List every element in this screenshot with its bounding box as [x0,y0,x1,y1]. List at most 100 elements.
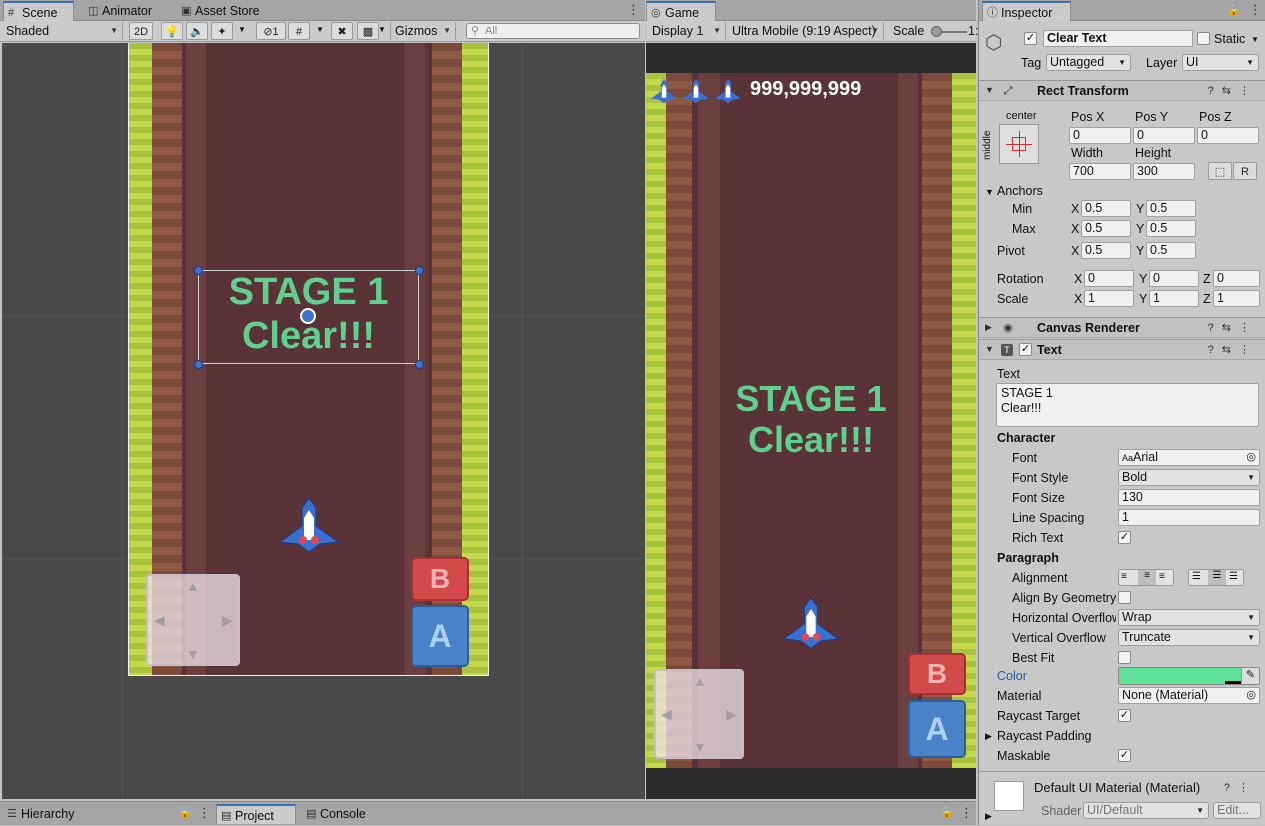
text-component-header[interactable]: ▼ T ✓ Text ?⇆⋮ [979,339,1265,360]
material-fold-icon[interactable]: ▶ [985,811,992,822]
height-input[interactable]: 300 [1133,163,1195,180]
object-picker-icon[interactable]: ◎ [1246,688,1256,703]
inspector-menu-icon[interactable]: ⋮ [1249,2,1262,18]
pivot-x-input[interactable]: 0.5 [1081,242,1131,259]
tab-game[interactable]: ◎ Game [646,1,716,21]
object-picker-icon[interactable]: ◎ [1246,450,1256,465]
grid-chevron-icon[interactable]: ▼ [316,25,324,34]
raycast-target-checkbox[interactable]: ✓ [1118,709,1131,722]
gizmos-dropdown[interactable]: Gizmos ▼ [390,22,456,40]
static-chevron-icon[interactable]: ▼ [1251,35,1259,44]
scale-slider[interactable] [931,26,967,37]
font-size-input[interactable]: 130 [1118,489,1260,506]
maskable-checkbox[interactable]: ✓ [1118,749,1131,762]
pivot-y-input[interactable]: 0.5 [1146,242,1196,259]
pos-y-input[interactable]: 0 [1133,127,1195,144]
tab-inspector[interactable]: ⓘ Inspector [982,1,1071,21]
blueprint-mode-button[interactable]: ⬚ [1208,162,1232,180]
rotation-z-input[interactable]: 0 [1213,270,1260,287]
tab-project[interactable]: ▤ Project [216,804,296,824]
raw-edit-button[interactable]: R [1233,162,1257,180]
font-field[interactable]: AaArial ◎ [1118,449,1260,466]
anchors-fold-icon[interactable]: ▼ [985,187,994,197]
tag-dropdown[interactable]: Untagged ▼ [1046,54,1131,71]
align-by-geometry-checkbox[interactable] [1118,591,1131,604]
tab-hierarchy[interactable]: ☰ Hierarchy [3,804,203,824]
component-header-icons[interactable]: ?⇆⋮ [1208,321,1258,334]
scale-x-input[interactable]: 1 [1084,290,1134,307]
tab-animator[interactable]: ◫ Animator [84,1,169,21]
width-input[interactable]: 700 [1069,163,1131,180]
line-spacing-input[interactable]: 1 [1118,509,1260,526]
grid-snap-icon[interactable]: # [288,22,310,40]
scene-visibility-icon[interactable]: ⊘1 [256,22,286,40]
pivot-icon[interactable] [300,308,316,324]
lighting-icon[interactable]: 💡 [161,22,183,40]
camera-chevron-icon[interactable]: ▼ [378,25,386,34]
canvas-renderer-header[interactable]: ▶ ◉ Canvas Renderer ?⇆⋮ [979,317,1265,338]
object-name-input[interactable]: Clear Text [1043,30,1193,47]
shader-edit-button[interactable]: Edit... [1213,802,1261,819]
scene-search-input[interactable]: ⚲ All [466,23,640,39]
layer-dropdown[interactable]: UI ▼ [1182,54,1259,71]
lock-icon[interactable]: 🔒 [1227,4,1241,17]
vertical-overflow-dropdown[interactable]: Truncate ▼ [1118,629,1260,646]
camera-icon[interactable]: ▩ [357,22,379,40]
align-top-icon[interactable]: ☰ [1192,571,1201,582]
lock-icon[interactable]: 🔒 [178,806,192,819]
component-header-icons[interactable]: ?⇆⋮ [1208,84,1258,97]
anchor-preset-button[interactable] [999,124,1039,164]
best-fit-checkbox[interactable] [1118,651,1131,664]
rich-text-checkbox[interactable]: ✓ [1118,531,1131,544]
fold-down-icon[interactable]: ▼ [985,85,994,95]
scene-menu-icon[interactable]: ⋮ [627,2,640,18]
align-left-icon[interactable]: ≡ [1121,571,1127,582]
rect-transform-header[interactable]: ▼ ⤢ Rect Transform ?⇆⋮ [979,80,1265,101]
align-right-icon[interactable]: ≡ [1159,571,1165,582]
aspect-dropdown[interactable]: Ultra Mobile (9:19 Aspect) ▼ [728,22,884,40]
font-style-dropdown[interactable]: Bold ▼ [1118,469,1260,486]
text-enabled-checkbox[interactable]: ✓ [1019,343,1032,356]
fold-right-icon[interactable]: ▶ [985,322,992,333]
static-checkbox[interactable] [1197,32,1210,45]
game-viewport[interactable]: 999,999,999 STAGE 1 Clear!!! ▲ ▼ ◀ ▶ B A [646,43,976,799]
align-center-icon[interactable]: ≡ [1138,570,1156,585]
active-checkbox[interactable]: ✓ [1024,32,1037,45]
hierarchy-menu-icon[interactable]: ⋮ [198,805,211,821]
max-y-input[interactable]: 0.5 [1146,220,1196,237]
audio-icon[interactable]: 🔈 [186,22,208,40]
tools-icon[interactable]: ✖ [331,22,353,40]
resize-handle-br[interactable] [415,360,424,369]
eyedropper-icon[interactable]: ✎ [1241,668,1259,684]
min-y-input[interactable]: 0.5 [1146,200,1196,217]
pos-z-input[interactable]: 0 [1197,127,1259,144]
color-swatch[interactable]: ✎ [1118,667,1260,685]
display-dropdown[interactable]: Display 1 ▼ [648,22,726,40]
material-field[interactable]: None (Material) ◎ [1118,687,1260,704]
rotation-y-input[interactable]: 0 [1149,270,1199,287]
text-content-area[interactable]: STAGE 1 Clear!!! [996,383,1259,427]
resize-handle-bl[interactable] [194,360,203,369]
scene-viewport[interactable]: STAGE 1 Clear!!! ▲ ▼ ◀ ▶ B A [2,43,645,799]
tab-scene[interactable]: # Scene [3,1,74,21]
align-middle-icon[interactable]: ☰ [1208,570,1226,585]
fold-down-icon[interactable]: ▼ [985,344,994,354]
tab-asset-store[interactable]: ▣ Asset Store [177,1,277,21]
rotation-x-input[interactable]: 0 [1084,270,1134,287]
scale-z-input[interactable]: 1 [1213,290,1260,307]
effects-chevron-icon[interactable]: ▼ [238,25,246,34]
max-x-input[interactable]: 0.5 [1081,220,1131,237]
min-x-input[interactable]: 0.5 [1081,200,1131,217]
horizontal-overflow-dropdown[interactable]: Wrap ▼ [1118,609,1260,626]
effects-icon[interactable]: ✦ [211,22,233,40]
align-bottom-icon[interactable]: ☰ [1229,571,1238,582]
tab-console[interactable]: ▤ Console [302,804,382,824]
toggle-2d-button[interactable]: 2D [129,22,153,40]
scale-y-input[interactable]: 1 [1149,290,1199,307]
lock-icon[interactable]: 🔒 [940,806,954,819]
shader-dropdown[interactable]: UI/Default ▼ [1083,802,1209,819]
scale-slider-thumb[interactable] [931,26,942,37]
raycast-padding-fold-icon[interactable]: ▶ [985,731,992,742]
component-header-icons[interactable]: ?⇆⋮ [1208,343,1258,356]
shading-dropdown[interactable]: Shaded ▼ [2,22,123,40]
